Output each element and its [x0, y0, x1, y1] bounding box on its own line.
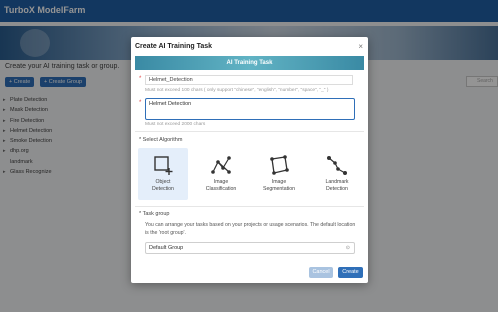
cancel-button[interactable]: Cancel	[309, 267, 333, 278]
task-group-description: You can arrange your tasks based on your…	[145, 222, 356, 236]
algorithm-label: Landmark	[325, 179, 349, 185]
algorithm-label: Segmentation	[262, 186, 295, 192]
algorithm-label: Detection	[326, 186, 348, 192]
select-algorithm-label: * Select Algorithm	[139, 137, 183, 143]
image-segmentation-icon	[270, 155, 289, 175]
task-group-label: * Task group	[139, 211, 170, 217]
dialog-banner: AI Training Task	[135, 56, 364, 70]
algorithm-label: Classification	[205, 186, 237, 192]
algorithm-label: Image	[213, 179, 229, 185]
create-task-button[interactable]: Create	[338, 267, 363, 278]
required-marker: *	[139, 100, 142, 106]
task-group-value: Default Group	[149, 245, 184, 251]
chevron-down-icon: ⊙	[345, 245, 350, 251]
algorithm-label: Detection	[152, 186, 174, 192]
description-hint: Must not exceed 2000 chars	[145, 122, 206, 127]
task-name-hint: Must not exceed 100 chars ( only support…	[145, 88, 329, 93]
task-group-select[interactable]: Default Group ⊙	[145, 242, 355, 254]
required-marker: *	[139, 76, 142, 82]
close-icon[interactable]: ×	[358, 42, 363, 51]
create-task-dialog: Create AI Training Task × AI Training Ta…	[131, 37, 368, 283]
algorithm-image-segmentation[interactable]: Image Segmentation	[254, 148, 304, 200]
divider	[135, 206, 364, 207]
task-name-input[interactable]: Helmet_Detection	[145, 75, 353, 85]
algorithm-object-detection[interactable]: Object Detection	[138, 148, 188, 200]
algorithm-landmark-detection[interactable]: Landmark Detection	[312, 148, 362, 200]
object-detection-icon	[154, 156, 173, 175]
algorithm-image-classification[interactable]: Image Classification	[196, 148, 246, 200]
algorithm-label: Object	[155, 179, 171, 185]
landmark-detection-icon	[327, 156, 347, 175]
image-classification-icon	[211, 156, 231, 174]
algorithm-label: Image	[271, 179, 287, 185]
task-description-input[interactable]: Helmet Detection	[145, 98, 355, 120]
dialog-title: Create AI Training Task	[135, 43, 213, 50]
divider	[135, 131, 364, 132]
